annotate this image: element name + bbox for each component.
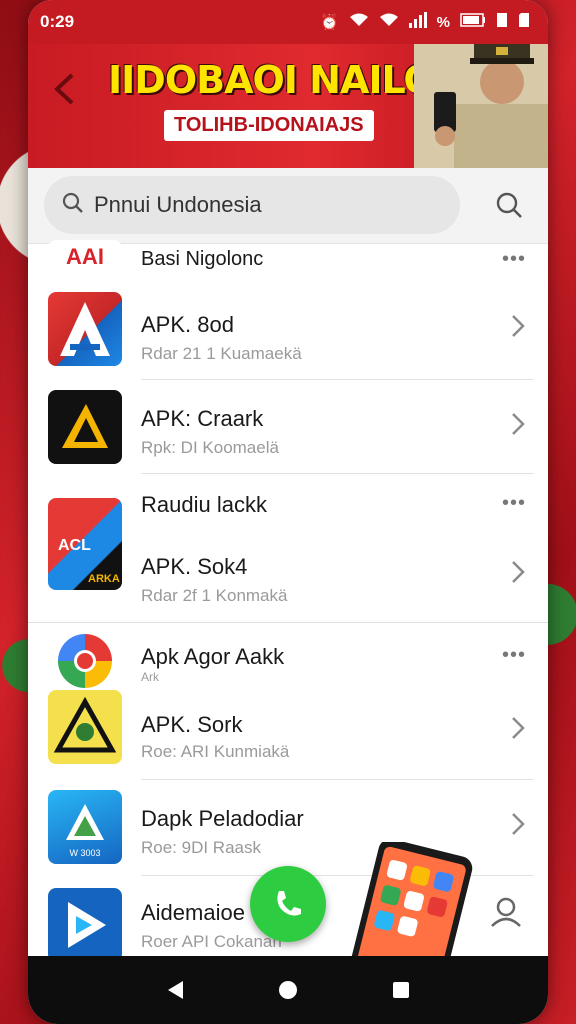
wifi-icon	[349, 12, 369, 32]
chevron-right-icon[interactable]	[510, 410, 526, 444]
signal-icon	[408, 12, 427, 32]
call-fab-button[interactable]	[250, 866, 326, 942]
app-icon	[48, 888, 122, 962]
search-input[interactable]	[94, 192, 434, 218]
list-item[interactable]: Apk Agor Aakk Ark •••	[28, 632, 548, 688]
list-item[interactable]: APK: Craark Rpk: DI Koomaelä	[28, 380, 548, 474]
banner-title: IIDOBAOI NAILO	[108, 58, 436, 102]
back-button[interactable]	[52, 72, 76, 116]
app-name: Aidemaioe	[141, 900, 245, 925]
app-subtitle: Ark	[141, 670, 159, 684]
divider	[141, 473, 534, 474]
phone-call-icon	[277, 891, 301, 916]
chevron-right-icon[interactable]	[510, 558, 526, 592]
section-divider	[28, 622, 548, 623]
sim-icon	[496, 12, 508, 32]
app-subtitle: Roe: ARI Kunmiakä	[141, 742, 290, 761]
svg-text:ARKA: ARKA	[88, 573, 120, 585]
nav-home-button[interactable]	[273, 975, 303, 1005]
app-subtitle: Rpk: DI Koomaelä	[141, 438, 279, 457]
banner-subtitle: TOLIHB-IDONAIAJS	[164, 110, 374, 141]
search-button[interactable]	[490, 186, 528, 224]
svg-text:ACL: ACL	[58, 537, 91, 554]
search-bar-area	[28, 168, 548, 244]
app-name: APK. Sok4	[141, 554, 248, 579]
profile-button[interactable]	[486, 892, 526, 932]
app-name: APK: Craark	[141, 406, 264, 431]
alarm-icon: ⏰	[319, 14, 339, 31]
app-icon	[48, 390, 122, 464]
app-subtitle: Rdar 2f 1 Konmakä	[141, 586, 288, 605]
app-icon	[48, 690, 122, 764]
officer-illustration	[414, 44, 548, 168]
nav-recents-button[interactable]	[386, 975, 416, 1005]
app-subtitle: Roe: 9DI Raask	[141, 838, 261, 857]
status-bar: 0:29 ⏰ %	[28, 0, 548, 44]
app-name: APK. 8od	[141, 312, 234, 337]
app-icon: ACL ARKA	[48, 498, 122, 590]
sim-icon-2	[518, 12, 530, 32]
battery-icon	[460, 13, 486, 31]
app-icon	[48, 292, 122, 366]
battery-percent: %	[436, 13, 450, 31]
app-icon	[58, 634, 112, 688]
triangle-back-icon	[167, 981, 183, 999]
app-subtitle: Roer API Cokanan	[141, 932, 282, 951]
wifi-icon-2	[379, 12, 399, 32]
app-name: Basi Nigolonc	[141, 248, 264, 270]
app-subtitle: Rdar 21 1 Kuamaekä	[141, 344, 302, 363]
list-item[interactable]: APK. Sork Roe: ARI Kunmiakä	[28, 688, 548, 780]
phone-illustration	[347, 842, 473, 972]
search-field[interactable]	[44, 176, 460, 234]
chevron-right-icon[interactable]	[510, 810, 526, 844]
svg-text:AAI: AAI	[66, 244, 104, 269]
phone-screen: 0:29 ⏰ % IIDOBAOI NAILO TOLIHB-IDONAIAJS…	[28, 0, 548, 1024]
search-icon	[496, 192, 522, 218]
list-item[interactable]: APK. 8od Rdar 21 1 Kuamaekä	[28, 284, 548, 380]
list-item[interactable]: AAI Basi Nigolonc •••	[28, 240, 548, 284]
nav-back-button[interactable]	[160, 975, 190, 1005]
status-icons: ⏰ %	[320, 12, 530, 32]
circle-home-icon	[278, 981, 297, 999]
system-nav-bar	[28, 956, 548, 1024]
app-icon: W 3003	[48, 790, 122, 864]
more-options-icon[interactable]: •••	[502, 644, 526, 667]
user-icon	[491, 897, 521, 927]
square-recents-icon	[393, 982, 410, 998]
app-name: Dapk Peladodiar	[141, 806, 304, 831]
chevron-right-icon[interactable]	[510, 312, 526, 346]
status-time: 0:29	[40, 12, 75, 31]
app-name: Apk Agor Aakk	[141, 644, 285, 669]
app-name: APK. Sork	[141, 712, 243, 737]
more-options-icon[interactable]: •••	[502, 248, 526, 271]
search-icon	[62, 192, 84, 219]
list-item[interactable]: ACL ARKA APK. Sok4 Rdar 2f 1 Konmakä	[28, 494, 548, 605]
header-banner: IIDOBAOI NAILO TOLIHB-IDONAIAJS	[28, 44, 548, 168]
svg-text:W 3003: W 3003	[69, 848, 100, 858]
chevron-right-icon[interactable]	[510, 714, 526, 748]
app-logo-icon: AAI	[48, 240, 122, 276]
